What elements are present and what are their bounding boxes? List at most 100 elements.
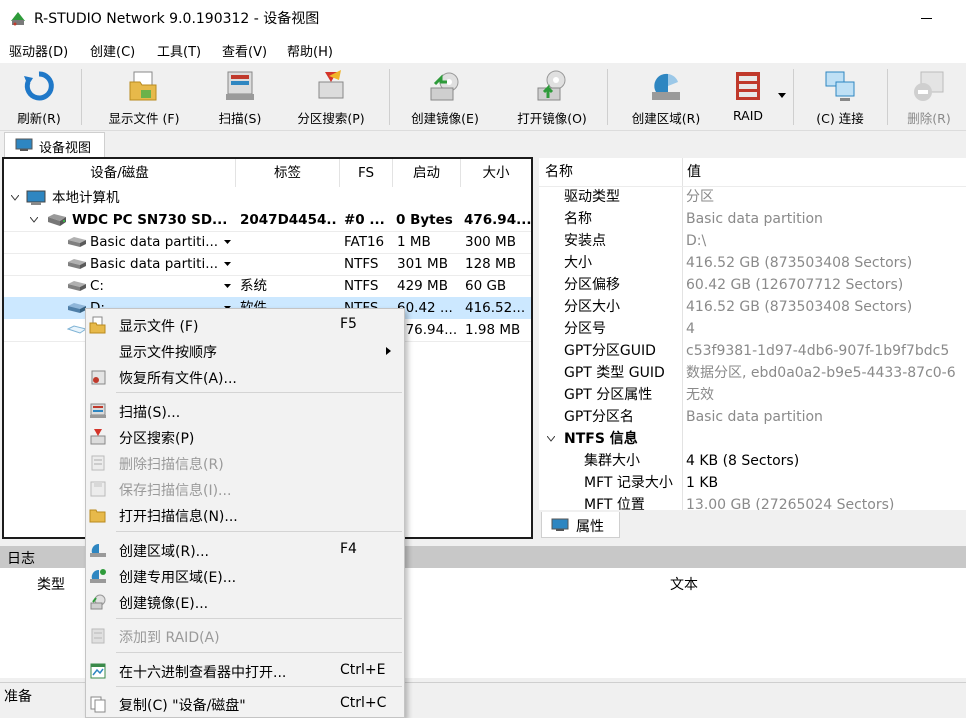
toolbar-separator [389, 69, 390, 125]
create-image-icon [430, 72, 459, 101]
ctx-create-region[interactable]: 创建区域(R)... F4 [86, 537, 404, 563]
remove-button[interactable]: 删除(R) [894, 63, 964, 129]
ctx-create-image[interactable]: 创建镜像(E)... [86, 589, 404, 615]
ctx-create-special-region[interactable]: 创建专用区域(E)... [86, 563, 404, 589]
status-text: 准备 [4, 689, 32, 705]
prop-header-name[interactable]: 名称 [545, 161, 573, 183]
connect-button[interactable]: (C) 连接 [800, 63, 880, 129]
prop-value: 数据分区, ebd0a0a2-b9e5-4433-87c0-6 [686, 365, 956, 381]
scan-button[interactable]: 扫描(S) [204, 63, 276, 129]
partition-search-button[interactable]: 分区搜索(P) [282, 63, 380, 129]
menu-bar: 驱动器(D) 创建(C) 工具(T) 查看(V) 帮助(H) [0, 37, 966, 63]
scan-icon [90, 403, 106, 418]
log-column-text[interactable]: 文本 [670, 574, 698, 594]
tab-properties[interactable]: 属性 [541, 512, 620, 538]
prop-group-ntfs[interactable]: NTFS 信息 [564, 428, 638, 450]
dropdown-arrow-icon[interactable] [224, 284, 231, 289]
ctx-label: 显示文件按顺序 [119, 345, 217, 361]
partition-d-start: 60.42 ... [397, 300, 453, 316]
log-column-type[interactable]: 类型 [37, 574, 65, 594]
create-image-label: 创建镜像(E) [411, 111, 479, 126]
tab-device-view[interactable]: 设备视图 [4, 132, 105, 157]
ctx-copy[interactable]: 复制(C) "设备/磁盘" Ctrl+C [86, 691, 404, 717]
unallocated-start: 476.94... [397, 322, 458, 338]
ctx-open-scan[interactable]: 打开扫描信息(N)... [86, 502, 404, 528]
tree-row-disk[interactable]: WDC PC SN730 SD... 2047D4454... #0 ... 0… [4, 209, 531, 231]
menu-tools[interactable]: 工具(T) [157, 41, 201, 60]
ctx-label: 复制(C) "设备/磁盘" [119, 698, 246, 714]
chevron-down-icon[interactable] [11, 195, 19, 201]
ctx-shortcut: Ctrl+C [340, 695, 387, 711]
create-special-region-icon [90, 569, 106, 583]
column-header-fs[interactable]: FS [340, 159, 393, 187]
column-header-label[interactable]: 标签 [236, 159, 340, 187]
ctx-partition-search[interactable]: 分区搜索(P) [86, 424, 404, 450]
partition-1-fs: FAT16 [344, 234, 385, 250]
ctx-save-scan[interactable]: 保存扫描信息(I)... [86, 476, 404, 502]
prop-key: MFT 记录大小 [584, 475, 673, 491]
prop-key: 分区偏移 [564, 277, 620, 293]
create-image-button[interactable]: 创建镜像(E) [397, 63, 493, 129]
prop-key: 名称 [564, 211, 592, 227]
unallocated-size: 1.98 MB [465, 322, 521, 338]
properties-panel[interactable]: 名称 值 驱动类型 分区 名称 Basic data partition 安装点… [539, 158, 966, 510]
disk-name: WDC PC SN730 SD... [72, 212, 228, 228]
dropdown-arrow-icon[interactable] [224, 240, 231, 245]
menu-help[interactable]: 帮助(H) [287, 41, 333, 60]
prop-key: 分区号 [564, 321, 606, 337]
menu-create[interactable]: 创建(C) [90, 41, 135, 60]
create-region-button[interactable]: 创建区域(R) [617, 63, 715, 129]
menu-view[interactable]: 查看(V) [222, 41, 267, 60]
ctx-shortcut: F4 [340, 541, 357, 557]
ctx-label: 打开扫描信息(N)... [119, 509, 238, 525]
connect-label: (C) 连接 [816, 111, 864, 126]
tree-row-partition-1[interactable]: Basic data partiti... FAT16 1 MB 300 MB [4, 231, 531, 253]
menu-drives[interactable]: 驱动器(D) [9, 41, 68, 60]
partition-d-size: 416.52... [465, 300, 526, 316]
column-header-device[interactable]: 设备/磁盘 [4, 159, 236, 187]
partition-c-name: C: [90, 278, 104, 294]
disk-size: 476.94... [464, 212, 532, 228]
prop-key: 分区大小 [564, 299, 620, 315]
local-computer-label: 本地计算机 [52, 190, 120, 206]
ctx-scan[interactable]: 扫描(S)... [86, 398, 404, 424]
disk-fs: #0 ... [344, 212, 385, 228]
column-divider [682, 158, 683, 510]
prop-value: 分区 [686, 189, 714, 205]
prop-value: 416.52 GB (873503408 Sectors) [686, 299, 913, 315]
tree-row-partition-2[interactable]: Basic data partiti... NTFS 301 MB 128 MB [4, 253, 531, 275]
chevron-down-icon[interactable] [547, 436, 555, 442]
minimize-button[interactable] [921, 18, 932, 19]
refresh-button[interactable]: 刷新(R) [4, 63, 74, 129]
ctx-show-files-order[interactable]: 显示文件按顺序 [86, 338, 404, 364]
prop-header-value[interactable]: 值 [687, 161, 701, 183]
create-region-icon [652, 73, 680, 100]
chevron-down-icon[interactable] [30, 217, 38, 223]
raid-button[interactable]: RAID [722, 63, 774, 129]
hex-viewer-icon [90, 663, 106, 679]
dropdown-arrow-icon[interactable] [224, 262, 231, 267]
column-header-size[interactable]: 大小 [461, 159, 531, 187]
connect-icon [825, 71, 855, 101]
ctx-show-files[interactable]: 显示文件 (F) F5 [86, 312, 404, 338]
raid-dropdown-icon[interactable] [778, 93, 786, 99]
prop-key: 驱动类型 [564, 189, 620, 205]
partition-icon [68, 259, 86, 269]
menu-separator [116, 652, 402, 653]
prop-value: 416.52 GB (873503408 Sectors) [686, 255, 913, 271]
prop-value: 4 [686, 321, 695, 337]
column-header-start[interactable]: 启动 [393, 159, 461, 187]
open-image-button[interactable]: 打开镜像(O) [504, 63, 600, 129]
prop-value: Basic data partition [686, 211, 823, 227]
tab-properties-label: 属性 [576, 519, 604, 535]
raid-icon [91, 628, 105, 644]
show-files-button[interactable]: 显示文件 (F) [92, 63, 196, 129]
ctx-delete-scan[interactable]: 删除扫描信息(R) [86, 450, 404, 476]
partition-2-size: 128 MB [465, 256, 516, 272]
ctx-add-to-raid[interactable]: 添加到 RAID(A) [86, 623, 404, 649]
properties-icon [551, 518, 569, 531]
ctx-recover-all[interactable]: 恢复所有文件(A)... [86, 364, 404, 390]
tree-row-partition-c[interactable]: C: 系统 NTFS 429 MB 60 GB [4, 275, 531, 297]
ctx-hex-viewer[interactable]: 在十六进制查看器中打开... Ctrl+E [86, 658, 404, 684]
tree-row-local-computer[interactable]: 本地计算机 [4, 187, 531, 209]
